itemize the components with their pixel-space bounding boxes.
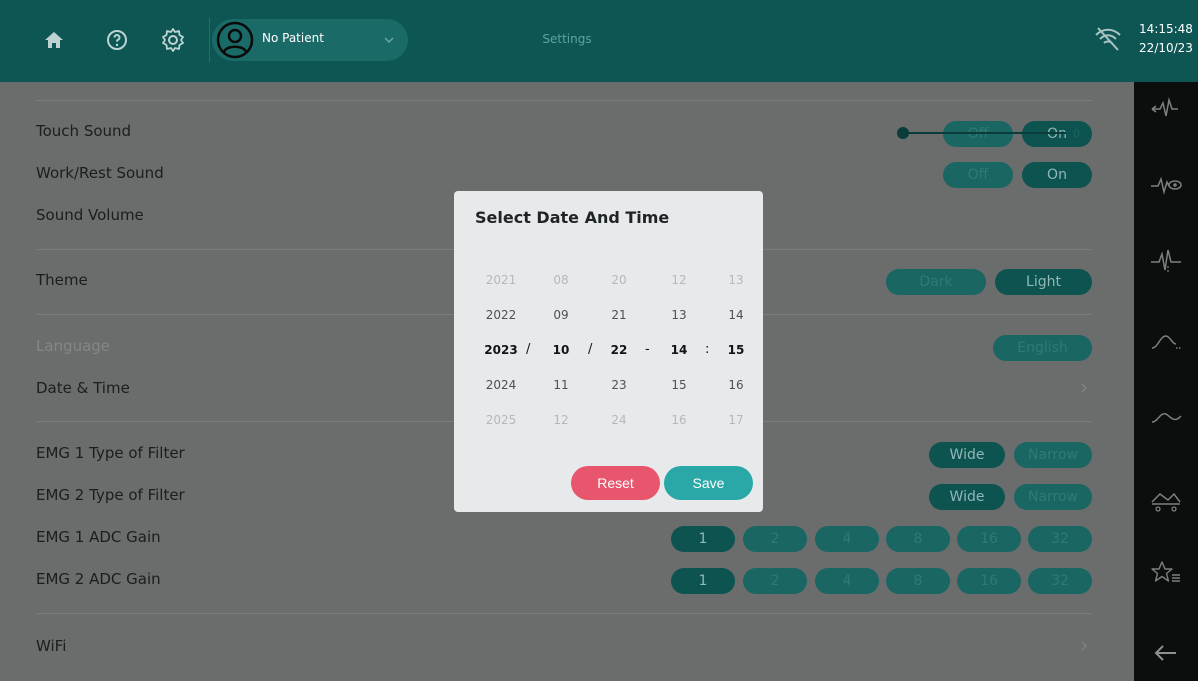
- emg1-gain-option[interactable]: 8: [886, 526, 950, 552]
- month-option[interactable]: 11: [541, 378, 581, 392]
- work-rest-sound-off-button[interactable]: Off: [943, 162, 1013, 188]
- date-time-separator: -: [645, 342, 650, 357]
- clock-time: 14:15:48: [1139, 22, 1193, 36]
- year-option[interactable]: 2025: [481, 413, 521, 427]
- top-bar: No Patient Settings: [0, 0, 1134, 82]
- language-label: Language: [36, 337, 111, 355]
- back-arrow-icon[interactable]: [1148, 638, 1184, 668]
- sound-volume-label: Sound Volume: [36, 206, 144, 224]
- day-option[interactable]: 24: [599, 413, 639, 427]
- month-option[interactable]: 08: [541, 273, 581, 287]
- emg2-gain-option[interactable]: 1: [671, 568, 735, 594]
- minute-option[interactable]: 16: [716, 378, 756, 392]
- volume-slider-track[interactable]: [904, 132, 1066, 134]
- gait-icon[interactable]: [1148, 486, 1184, 516]
- work-rest-sound-on-button[interactable]: On: [1022, 162, 1092, 188]
- day-option[interactable]: 21: [599, 308, 639, 322]
- save-button[interactable]: Save: [664, 466, 753, 500]
- chevron-right-icon[interactable]: [1078, 639, 1090, 653]
- curve-wave-icon[interactable]: [1148, 402, 1184, 432]
- page-title: Settings: [542, 32, 592, 46]
- wifi-off-icon[interactable]: [1093, 26, 1123, 52]
- volume-slider-handle[interactable]: [897, 127, 909, 139]
- hour-selected[interactable]: 14: [659, 343, 699, 357]
- emg1-filter-label: EMG 1 Type of Filter: [36, 444, 185, 462]
- hour-option[interactable]: 12: [659, 273, 699, 287]
- emg-signal-icon[interactable]: [1148, 246, 1184, 276]
- year-selected[interactable]: 2023: [481, 343, 521, 357]
- theme-dark-button[interactable]: Dark: [886, 269, 986, 295]
- chevron-right-icon[interactable]: [1078, 381, 1090, 395]
- date-separator: /: [588, 342, 593, 357]
- hour-option[interactable]: 13: [659, 308, 699, 322]
- emg1-gain-label: EMG 1 ADC Gain: [36, 528, 161, 546]
- minute-option[interactable]: 14: [716, 308, 756, 322]
- emg1-filter-wide-button[interactable]: Wide: [929, 442, 1005, 468]
- divider: [36, 100, 1092, 101]
- emg-eye-icon[interactable]: [1148, 170, 1184, 200]
- work-rest-sound-label: Work/Rest Sound: [36, 164, 164, 182]
- day-selected[interactable]: 22: [599, 343, 639, 357]
- minute-option[interactable]: 13: [716, 273, 756, 287]
- emg1-gain-option[interactable]: 2: [743, 526, 807, 552]
- touch-sound-on-button[interactable]: On: [1022, 121, 1092, 147]
- hour-option[interactable]: 16: [659, 413, 699, 427]
- clock-date: 22/10/23: [1139, 41, 1193, 55]
- day-option[interactable]: 23: [599, 378, 639, 392]
- emg2-gain-option[interactable]: 2: [743, 568, 807, 594]
- day-option[interactable]: 20: [599, 273, 639, 287]
- reset-button[interactable]: Reset: [571, 466, 660, 500]
- emg2-gain-option[interactable]: 8: [886, 568, 950, 594]
- touch-sound-off-button[interactable]: Off: [943, 121, 1013, 147]
- emg2-filter-narrow-button[interactable]: Narrow: [1014, 484, 1092, 510]
- month-selected[interactable]: 10: [541, 343, 581, 357]
- hour-option[interactable]: 15: [659, 378, 699, 392]
- month-option[interactable]: 12: [541, 413, 581, 427]
- emg-arrow-icon[interactable]: [1148, 94, 1184, 124]
- theme-label: Theme: [36, 271, 88, 289]
- dialog-title: Select Date And Time: [475, 208, 670, 227]
- volume-value: 0: [1073, 127, 1080, 140]
- wifi-label[interactable]: WiFi: [36, 637, 66, 655]
- emg2-gain-option[interactable]: 16: [957, 568, 1021, 594]
- emg1-gain-option[interactable]: 32: [1028, 526, 1092, 552]
- curve-flat-icon[interactable]: [1148, 326, 1184, 356]
- star-list-icon[interactable]: [1148, 558, 1184, 588]
- month-option[interactable]: 09: [541, 308, 581, 322]
- minute-selected[interactable]: 15: [716, 343, 756, 357]
- emg2-filter-wide-button[interactable]: Wide: [929, 484, 1005, 510]
- right-rail: [1134, 82, 1198, 681]
- emg2-filter-label: EMG 2 Type of Filter: [36, 486, 185, 504]
- emg1-gain-option[interactable]: 4: [815, 526, 879, 552]
- date-time-label[interactable]: Date & Time: [36, 379, 130, 397]
- year-option[interactable]: 2024: [481, 378, 521, 392]
- clock: 14:15:48 22/10/23: [1134, 0, 1198, 82]
- year-option[interactable]: 2021: [481, 273, 521, 287]
- time-separator: :: [705, 342, 710, 357]
- year-option[interactable]: 2022: [481, 308, 521, 322]
- minute-option[interactable]: 17: [716, 413, 756, 427]
- emg2-gain-option[interactable]: 4: [815, 568, 879, 594]
- emg2-gain-option[interactable]: 32: [1028, 568, 1092, 594]
- date-separator: /: [526, 342, 531, 357]
- date-time-dialog: Select Date And Time 2021 2022 2023 2024…: [454, 191, 763, 512]
- emg1-gain-option[interactable]: 16: [957, 526, 1021, 552]
- emg2-gain-label: EMG 2 ADC Gain: [36, 570, 161, 588]
- touch-sound-label: Touch Sound: [36, 122, 132, 140]
- emg1-filter-narrow-button[interactable]: Narrow: [1014, 442, 1092, 468]
- theme-light-button[interactable]: Light: [995, 269, 1092, 295]
- language-select[interactable]: English: [993, 335, 1092, 361]
- emg1-gain-option[interactable]: 1: [671, 526, 735, 552]
- divider: [36, 613, 1092, 614]
